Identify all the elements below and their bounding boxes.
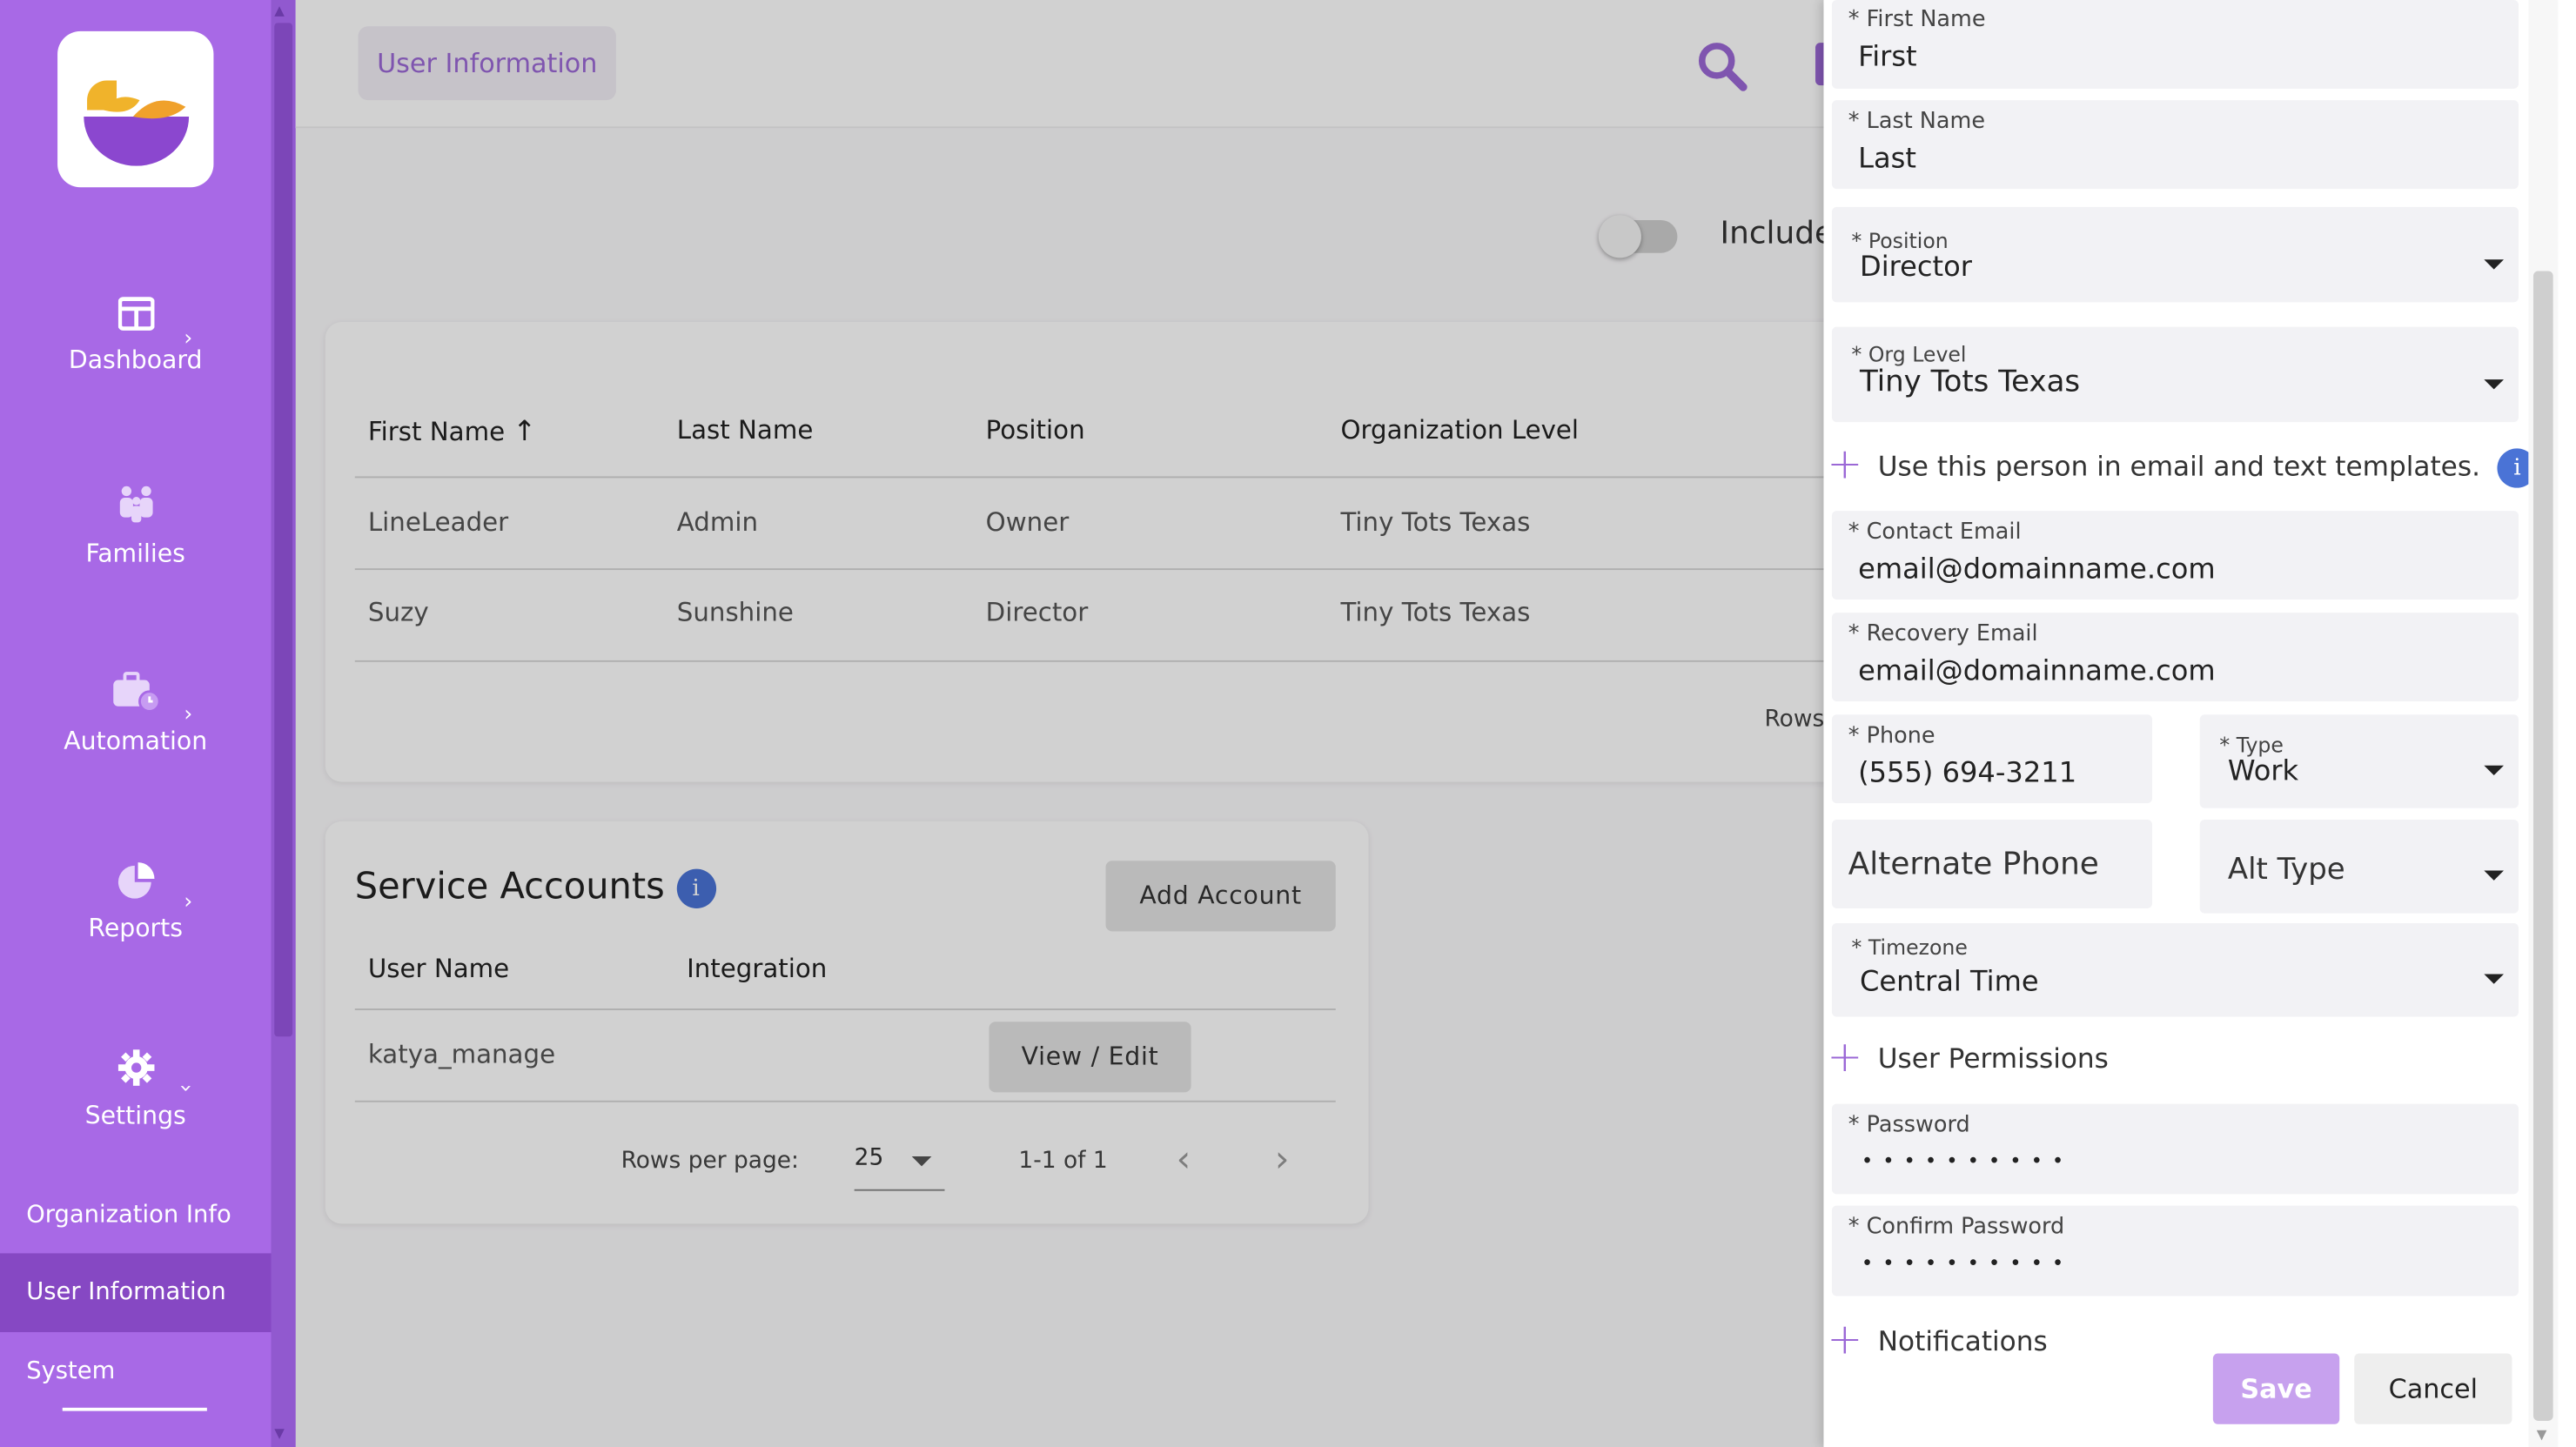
- chevron-down-icon: [2484, 379, 2505, 390]
- divider: [62, 1407, 207, 1411]
- nav-dashboard[interactable]: Dashboard: [0, 296, 271, 375]
- cancel-button[interactable]: Cancel: [2354, 1353, 2512, 1424]
- chevron-down-icon: [2484, 870, 2505, 881]
- field-label: * First Name: [1848, 6, 1986, 33]
- dashboard-icon: [117, 297, 154, 331]
- password-field[interactable]: * Password • • • • • • • • • •: [1831, 1103, 2519, 1195]
- last-name-field[interactable]: * Last Name Last: [1831, 100, 2519, 190]
- nav-reports[interactable]: Reports: [0, 861, 271, 943]
- field-label: * Org Level: [1851, 341, 1967, 366]
- nav-automation[interactable]: Automation: [0, 670, 271, 755]
- nav-label: Families: [85, 539, 185, 569]
- sidebar-item-user-information[interactable]: User Information: [0, 1253, 272, 1333]
- sidebar: Dashboard › Families Automation › Report…: [0, 0, 296, 1447]
- recovery-email-field[interactable]: * Recovery Email email@domainname.com: [1831, 613, 2519, 702]
- chevron-right-icon[interactable]: ›: [184, 703, 192, 727]
- position-select[interactable]: * Position Director: [1831, 206, 2519, 303]
- user-permissions-row[interactable]: User Permissions: [1878, 1043, 2109, 1075]
- app-logo[interactable]: [57, 30, 214, 188]
- reports-icon: [117, 862, 154, 899]
- app-root: Dashboard › Families Automation › Report…: [0, 0, 2576, 1447]
- contact-email-field[interactable]: * Contact Email email@domainname.com: [1831, 511, 2519, 600]
- timezone-select[interactable]: * Timezone Central Time: [1831, 922, 2519, 1017]
- nav-label: Reports: [88, 913, 184, 943]
- field-value: email@domainname.com: [1858, 655, 2216, 688]
- sidebar-item-organization-info[interactable]: Organization Info: [0, 1176, 271, 1256]
- field-label: * Position: [1851, 228, 1949, 253]
- expand-plus-icon[interactable]: +: [1827, 1036, 1862, 1079]
- scroll-down-icon[interactable]: ▼: [274, 1426, 285, 1441]
- automation-icon: [112, 672, 160, 713]
- field-label: * Phone: [1848, 722, 1935, 749]
- chevron-down-icon[interactable]: ›: [172, 1084, 197, 1093]
- org-level-select[interactable]: * Org Level Tiny Tots Texas: [1831, 326, 2519, 423]
- expand-plus-icon[interactable]: +: [1827, 444, 1862, 486]
- alt-type-select[interactable]: Alt Type: [2199, 820, 2519, 914]
- scroll-down-icon[interactable]: ▼: [2537, 1427, 2547, 1442]
- field-value: (555) 694-3211: [1858, 757, 2077, 791]
- templates-toggle-row[interactable]: Use this person in email and text templa…: [1877, 448, 2538, 488]
- chevron-down-icon: [2484, 765, 2505, 776]
- phone-field[interactable]: * Phone (555) 694-3211: [1831, 714, 2153, 804]
- field-value: Tiny Tots Texas: [1859, 365, 2081, 399]
- field-value: • • • • • • • • • •: [1861, 1251, 2066, 1275]
- field-placeholder: Alternate Phone: [1848, 846, 2099, 882]
- first-name-field[interactable]: * First Name First: [1831, 0, 2519, 89]
- field-label: * Recovery Email: [1848, 620, 2038, 647]
- field-value: Director: [1859, 251, 1972, 285]
- sidebar-scrollbar-thumb[interactable]: [274, 23, 293, 1037]
- field-label: * Confirm Password: [1848, 1214, 2065, 1241]
- phone-type-select[interactable]: * Type Work: [2199, 714, 2519, 808]
- field-value: Last: [1858, 143, 1916, 176]
- nav-label: Dashboard: [68, 345, 203, 375]
- field-label: * Timezone: [1851, 935, 1968, 960]
- field-label: * Contact Email: [1848, 519, 2022, 546]
- scroll-up-icon[interactable]: ▲: [274, 3, 285, 18]
- panel-scrollbar-thumb[interactable]: [2532, 271, 2553, 1421]
- field-value: • • • • • • • • • •: [1861, 1149, 2066, 1173]
- alternate-phone-field[interactable]: Alternate Phone: [1831, 820, 2153, 908]
- gear-icon: [117, 1049, 154, 1086]
- families-icon: [118, 486, 152, 523]
- chevron-down-icon: [2484, 259, 2505, 270]
- expand-plus-icon[interactable]: +: [1827, 1319, 1862, 1362]
- nav-families[interactable]: Families: [0, 483, 271, 568]
- field-value: Central Time: [1859, 966, 2039, 999]
- field-label: * Type: [2219, 732, 2284, 758]
- field-value: email@domainname.com: [1858, 553, 2216, 586]
- chevron-right-icon[interactable]: ›: [184, 327, 192, 352]
- field-label: * Last Name: [1848, 108, 1985, 135]
- field-placeholder: Alt Type: [2227, 852, 2345, 888]
- nav-label: Settings: [84, 1100, 186, 1130]
- chevron-down-icon: [2484, 974, 2505, 984]
- field-value: Work: [2227, 755, 2299, 789]
- edit-user-panel: * First Name First * Last Name Last * Po…: [1823, 0, 2576, 1447]
- sidebar-item-system[interactable]: System: [0, 1332, 271, 1411]
- nav-label: Automation: [64, 726, 208, 756]
- chevron-right-icon[interactable]: ›: [184, 890, 192, 914]
- row-label: Use this person in email and text templa…: [1877, 451, 2480, 483]
- field-value: First: [1858, 41, 1917, 74]
- confirm-password-field[interactable]: * Confirm Password • • • • • • • • • •: [1831, 1205, 2519, 1296]
- field-label: * Password: [1848, 1112, 1970, 1139]
- save-button[interactable]: Save: [2212, 1353, 2340, 1424]
- nav-settings[interactable]: Settings: [0, 1048, 271, 1130]
- notifications-row[interactable]: Notifications: [1878, 1325, 2048, 1357]
